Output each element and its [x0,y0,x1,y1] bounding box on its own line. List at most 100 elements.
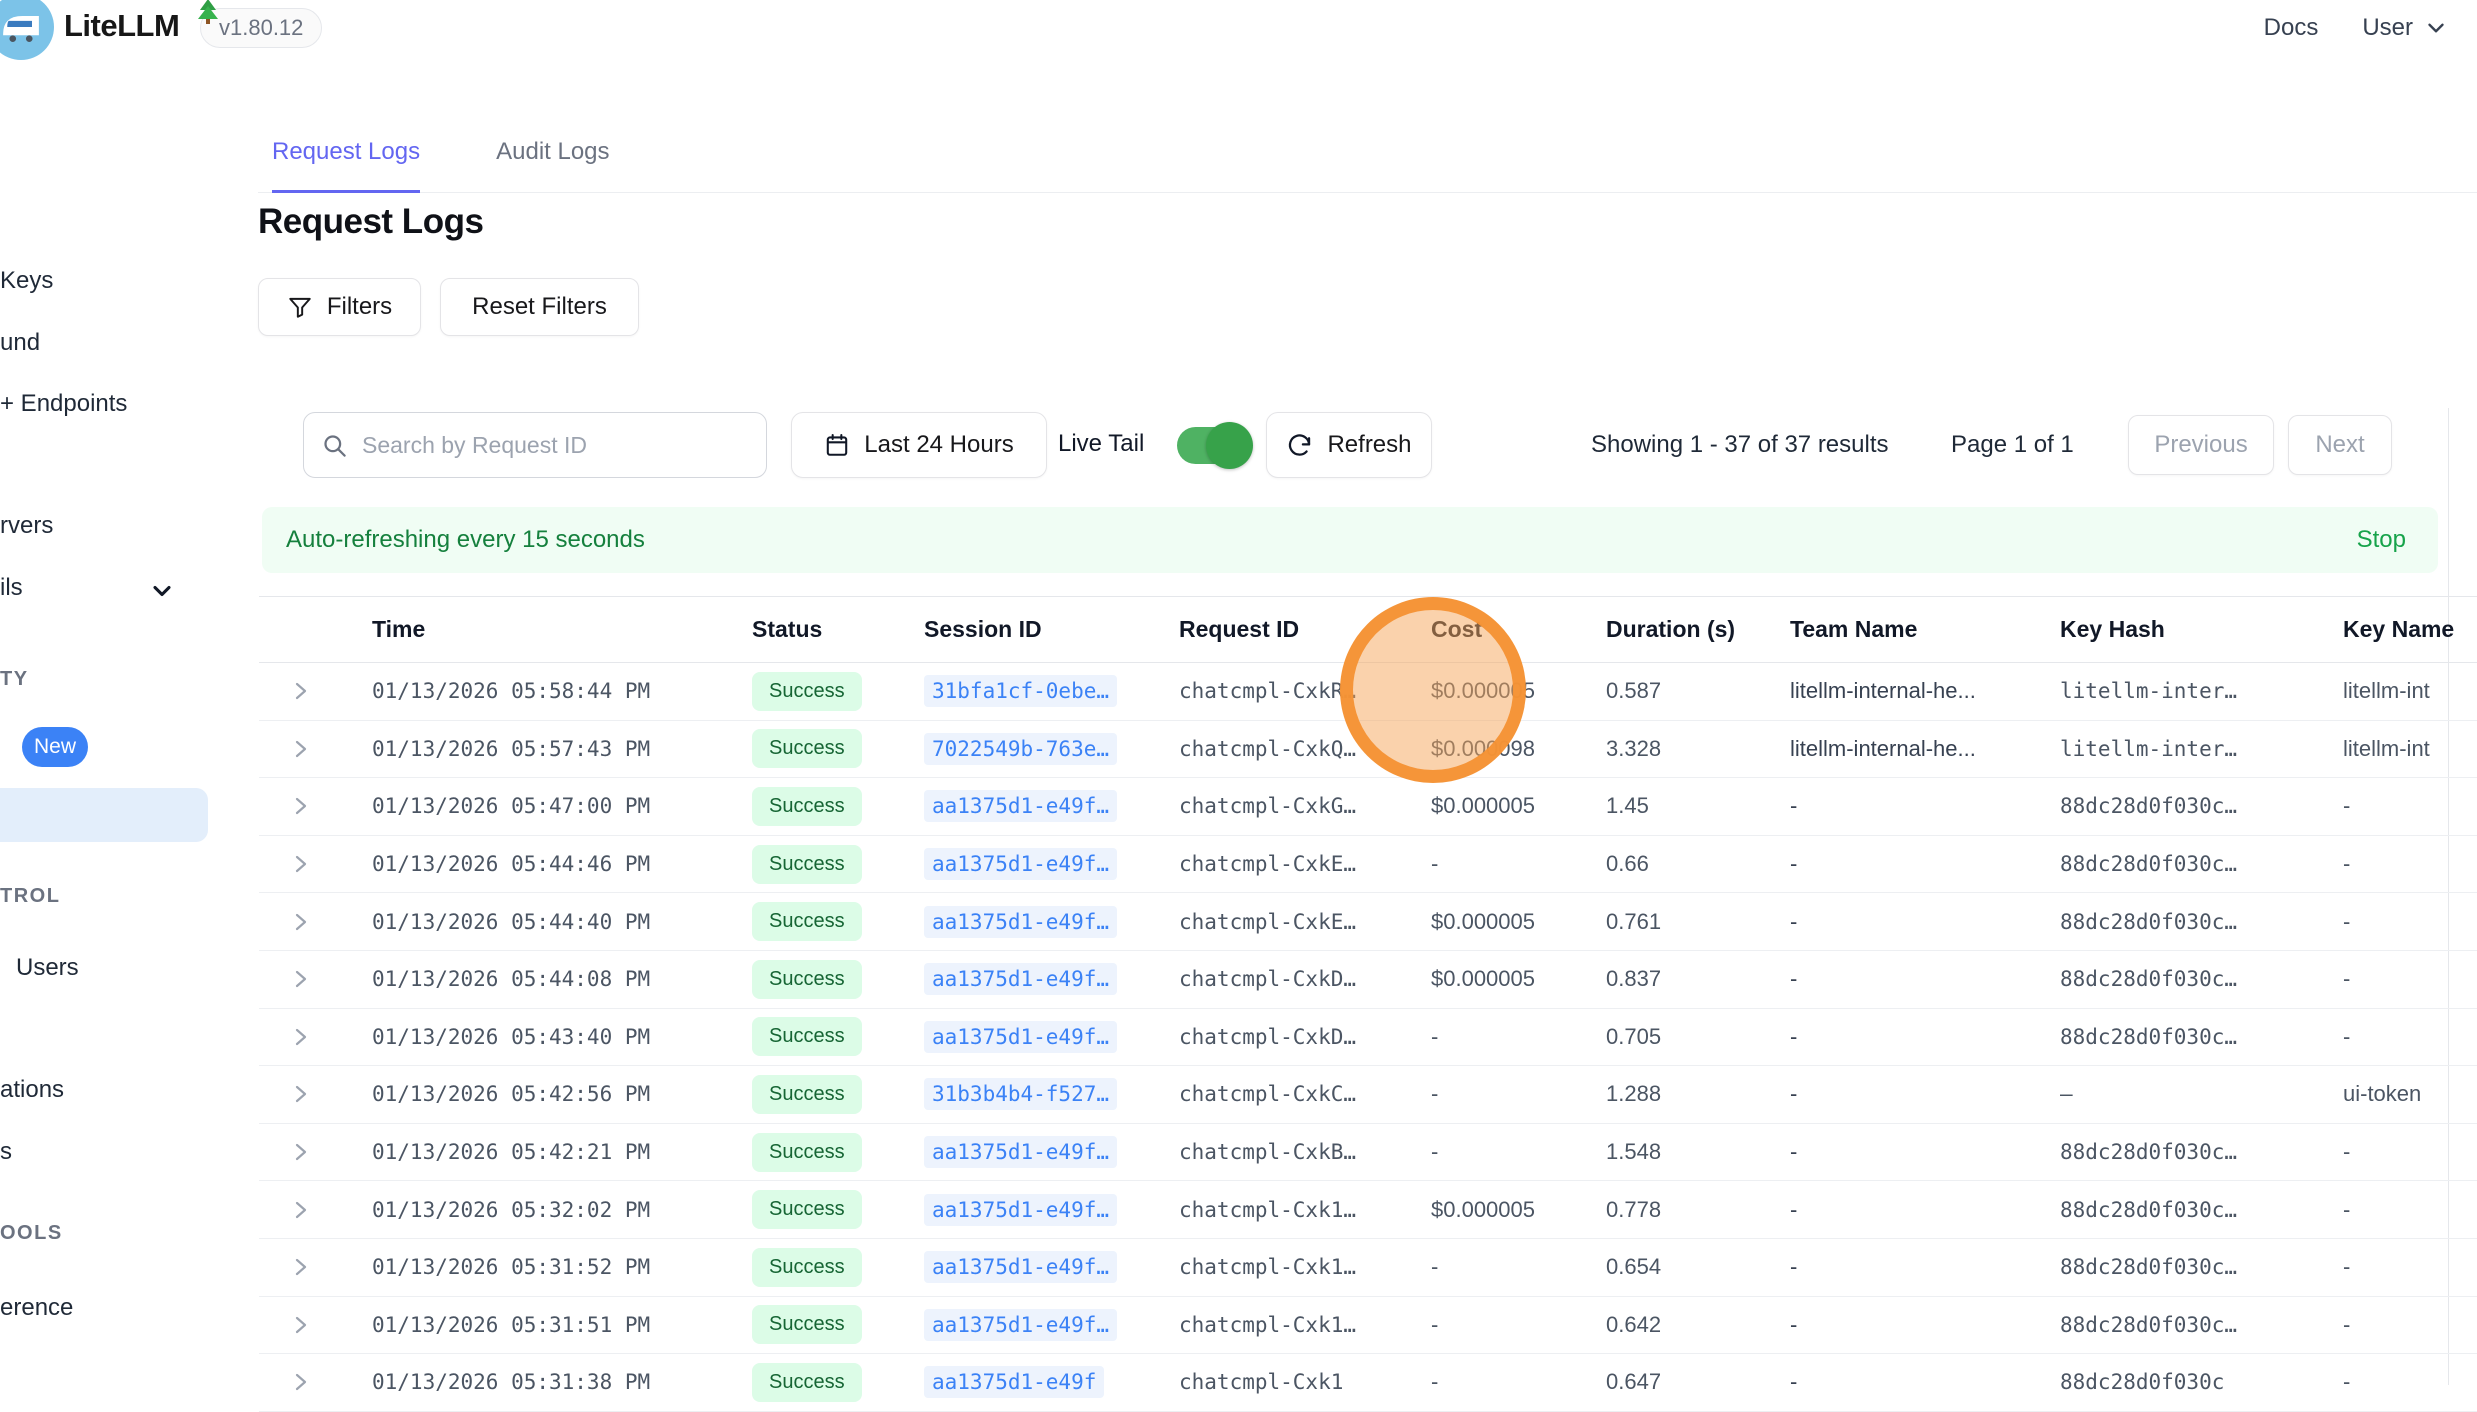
session-id-link[interactable]: aa1375d1-e49f [924,1366,1104,1398]
cell-request-id: chatcmpl-Cxk1… [1179,1255,1431,1279]
cell-session-id: 7022549b-763e… [924,733,1179,765]
row-expander[interactable] [259,737,372,761]
session-id-link[interactable]: aa1375d1-e49f… [924,1136,1117,1168]
table-row[interactable]: 01/13/2026 05:44:40 PM Success aa1375d1-… [259,893,2477,951]
row-expander[interactable] [259,1082,372,1106]
refresh-button-label: Refresh [1327,431,1411,459]
funnel-icon [287,294,313,320]
cell-key-hash: litellm-inter… [2060,679,2343,703]
row-expander[interactable] [259,1313,372,1337]
row-expander[interactable] [259,1025,372,1049]
cell-team-name: - [1790,966,2060,992]
table-row[interactable]: 01/13/2026 05:42:21 PM Success aa1375d1-… [259,1124,2477,1182]
row-expander[interactable] [259,794,372,818]
stop-auto-refresh-link[interactable]: Stop [2357,526,2406,554]
litellm-logo[interactable] [0,0,54,60]
table-row[interactable]: 01/13/2026 05:31:51 PM Success aa1375d1-… [259,1297,2477,1355]
next-page-button[interactable]: Next [2288,415,2392,475]
row-expander[interactable] [259,1370,372,1394]
sidebar-item[interactable]: Users [16,950,79,986]
cell-duration: 1.288 [1606,1081,1790,1107]
session-id-link[interactable]: aa1375d1-e49f… [924,848,1117,880]
chevron-down-icon[interactable] [148,577,176,605]
table-row[interactable]: 01/13/2026 05:44:46 PM Success aa1375d1-… [259,836,2477,894]
cell-session-id: aa1375d1-e49f… [924,848,1179,880]
filters-button-label: Filters [327,293,392,321]
cell-cost: $0.000005 [1431,909,1606,935]
user-menu-label[interactable]: User [2362,14,2413,42]
reset-filters-button[interactable]: Reset Filters [440,278,639,336]
cell-team-name: litellm-internal-he... [1790,736,2060,762]
session-id-link[interactable]: aa1375d1-e49f… [924,1194,1117,1226]
session-id-link[interactable]: aa1375d1-e49f… [924,1021,1117,1053]
refresh-button[interactable]: Refresh [1266,412,1432,478]
table-row[interactable]: 01/13/2026 05:32:02 PM Success aa1375d1-… [259,1181,2477,1239]
christmas-tree-icon [196,0,220,26]
docs-link[interactable]: Docs [2264,14,2319,42]
sidebar-item[interactable]: ations [0,1072,64,1108]
cell-key-hash: 88dc28d0f030c… [2060,1025,2343,1049]
cell-time: 01/13/2026 05:31:52 PM [372,1255,752,1279]
chevron-right-icon [291,1370,311,1394]
cell-time: 01/13/2026 05:44:46 PM [372,852,752,876]
row-expander[interactable] [259,1255,372,1279]
cell-key-hash: 88dc28d0f030c… [2060,852,2343,876]
sidebar-item[interactable]: rvers [0,508,53,544]
sidebar-item[interactable]: erence [0,1290,73,1326]
session-id-link[interactable]: 31bfa1cf-0ebe… [924,675,1117,707]
filters-button[interactable]: Filters [258,278,421,336]
table-row[interactable]: 01/13/2026 05:44:08 PM Success aa1375d1-… [259,951,2477,1009]
sidebar-item-active[interactable] [0,788,208,842]
row-expander[interactable] [259,852,372,876]
cell-status: Success [752,845,924,884]
col-cost: Cost [1431,616,1606,643]
table-row[interactable]: 01/13/2026 05:43:40 PM Success aa1375d1-… [259,1009,2477,1067]
row-expander[interactable] [259,967,372,991]
session-id-link[interactable]: 31b3b4b4-f527… [924,1078,1117,1110]
sidebar-item[interactable]: + Endpoints [0,386,127,422]
row-expander[interactable] [259,679,372,703]
chevron-right-icon [291,794,311,818]
session-id-link[interactable]: aa1375d1-e49f… [924,963,1117,995]
session-id-link[interactable]: aa1375d1-e49f… [924,906,1117,938]
status-badge: Success [752,845,862,884]
cell-status: Success [752,1133,924,1172]
row-expander[interactable] [259,910,372,934]
time-range-button[interactable]: Last 24 Hours [791,412,1047,478]
row-expander[interactable] [259,1198,372,1222]
chevron-right-icon [291,910,311,934]
table-row[interactable]: 01/13/2026 05:58:44 PM Success 31bfa1cf-… [259,663,2477,721]
cell-cost: $0.000005 [1431,793,1606,819]
cell-request-id: chatcmpl-CxkC… [1179,1082,1431,1106]
sidebar: Keysund+ EndpointsrversilsTYNewTROLUsers… [0,56,212,1385]
tab-request-logs[interactable]: Request Logs [272,138,420,193]
live-tail-toggle[interactable] [1177,427,1247,464]
session-id-link[interactable]: 7022549b-763e… [924,733,1117,765]
session-id-link[interactable]: aa1375d1-e49f… [924,1309,1117,1341]
cell-time: 01/13/2026 05:32:02 PM [372,1198,752,1222]
user-menu[interactable]: User [2362,14,2449,42]
live-tail-label: Live Tail [1058,430,1144,458]
sidebar-item[interactable]: s [0,1134,12,1170]
search-input[interactable] [303,412,767,478]
sidebar-item[interactable]: und [0,325,40,361]
table-row[interactable]: 01/13/2026 05:31:52 PM Success aa1375d1-… [259,1239,2477,1297]
cell-cost: - [1431,1024,1606,1050]
session-id-link[interactable]: aa1375d1-e49f… [924,790,1117,822]
table-row[interactable]: 01/13/2026 05:31:38 PM Success aa1375d1-… [259,1354,2477,1412]
table-row[interactable]: 01/13/2026 05:42:56 PM Success 31b3b4b4-… [259,1066,2477,1124]
status-badge: Success [752,1363,862,1402]
previous-page-button[interactable]: Previous [2128,415,2274,475]
sidebar-item[interactable]: Keys [0,263,53,299]
row-expander[interactable] [259,1140,372,1164]
tab-audit-logs[interactable]: Audit Logs [496,138,609,192]
chevron-right-icon [291,1025,311,1049]
session-id-link[interactable]: aa1375d1-e49f… [924,1251,1117,1283]
cell-team-name: - [1790,851,2060,877]
table-row[interactable]: 01/13/2026 05:47:00 PM Success aa1375d1-… [259,778,2477,836]
chevron-right-icon [291,1313,311,1337]
sidebar-item[interactable]: ils [0,570,23,606]
cell-team-name: - [1790,1197,2060,1223]
cell-key-name: - [2343,1369,2477,1395]
table-row[interactable]: 01/13/2026 05:57:43 PM Success 7022549b-… [259,721,2477,779]
